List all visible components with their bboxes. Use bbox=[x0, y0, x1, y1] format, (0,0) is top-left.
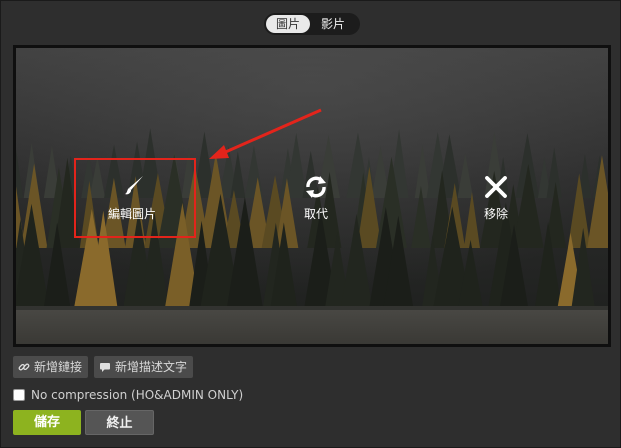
cancel-button[interactable]: 終止 bbox=[85, 410, 154, 435]
image-preview: 編輯圖片 取代 移除 bbox=[13, 45, 611, 347]
add-link-button[interactable]: 新增鏈接 bbox=[13, 356, 89, 378]
image-editor-panel: 圖片 影片 編輯圖片 取代 移除 新增鏈接 新增描述文字 No compress… bbox=[0, 0, 621, 448]
add-caption-label: 新增描述文字 bbox=[115, 360, 188, 374]
save-button[interactable]: 儲存 bbox=[13, 410, 81, 435]
compression-option: No compression (HO&ADMIN ONLY) bbox=[13, 388, 243, 402]
image-options-row: 新增鏈接 新增描述文字 bbox=[13, 356, 194, 378]
no-compression-label: No compression (HO&ADMIN ONLY) bbox=[31, 388, 244, 402]
comment-icon bbox=[100, 363, 111, 372]
add-caption-button[interactable]: 新增描述文字 bbox=[94, 356, 194, 378]
no-compression-checkbox[interactable] bbox=[13, 389, 25, 401]
tab-image[interactable]: 圖片 bbox=[266, 15, 310, 33]
tab-video[interactable]: 影片 bbox=[310, 15, 356, 33]
add-link-label: 新增鏈接 bbox=[34, 360, 83, 374]
annotation-arrow bbox=[209, 108, 322, 159]
media-type-toggle: 圖片 影片 bbox=[264, 13, 360, 35]
link-icon bbox=[18, 363, 30, 371]
